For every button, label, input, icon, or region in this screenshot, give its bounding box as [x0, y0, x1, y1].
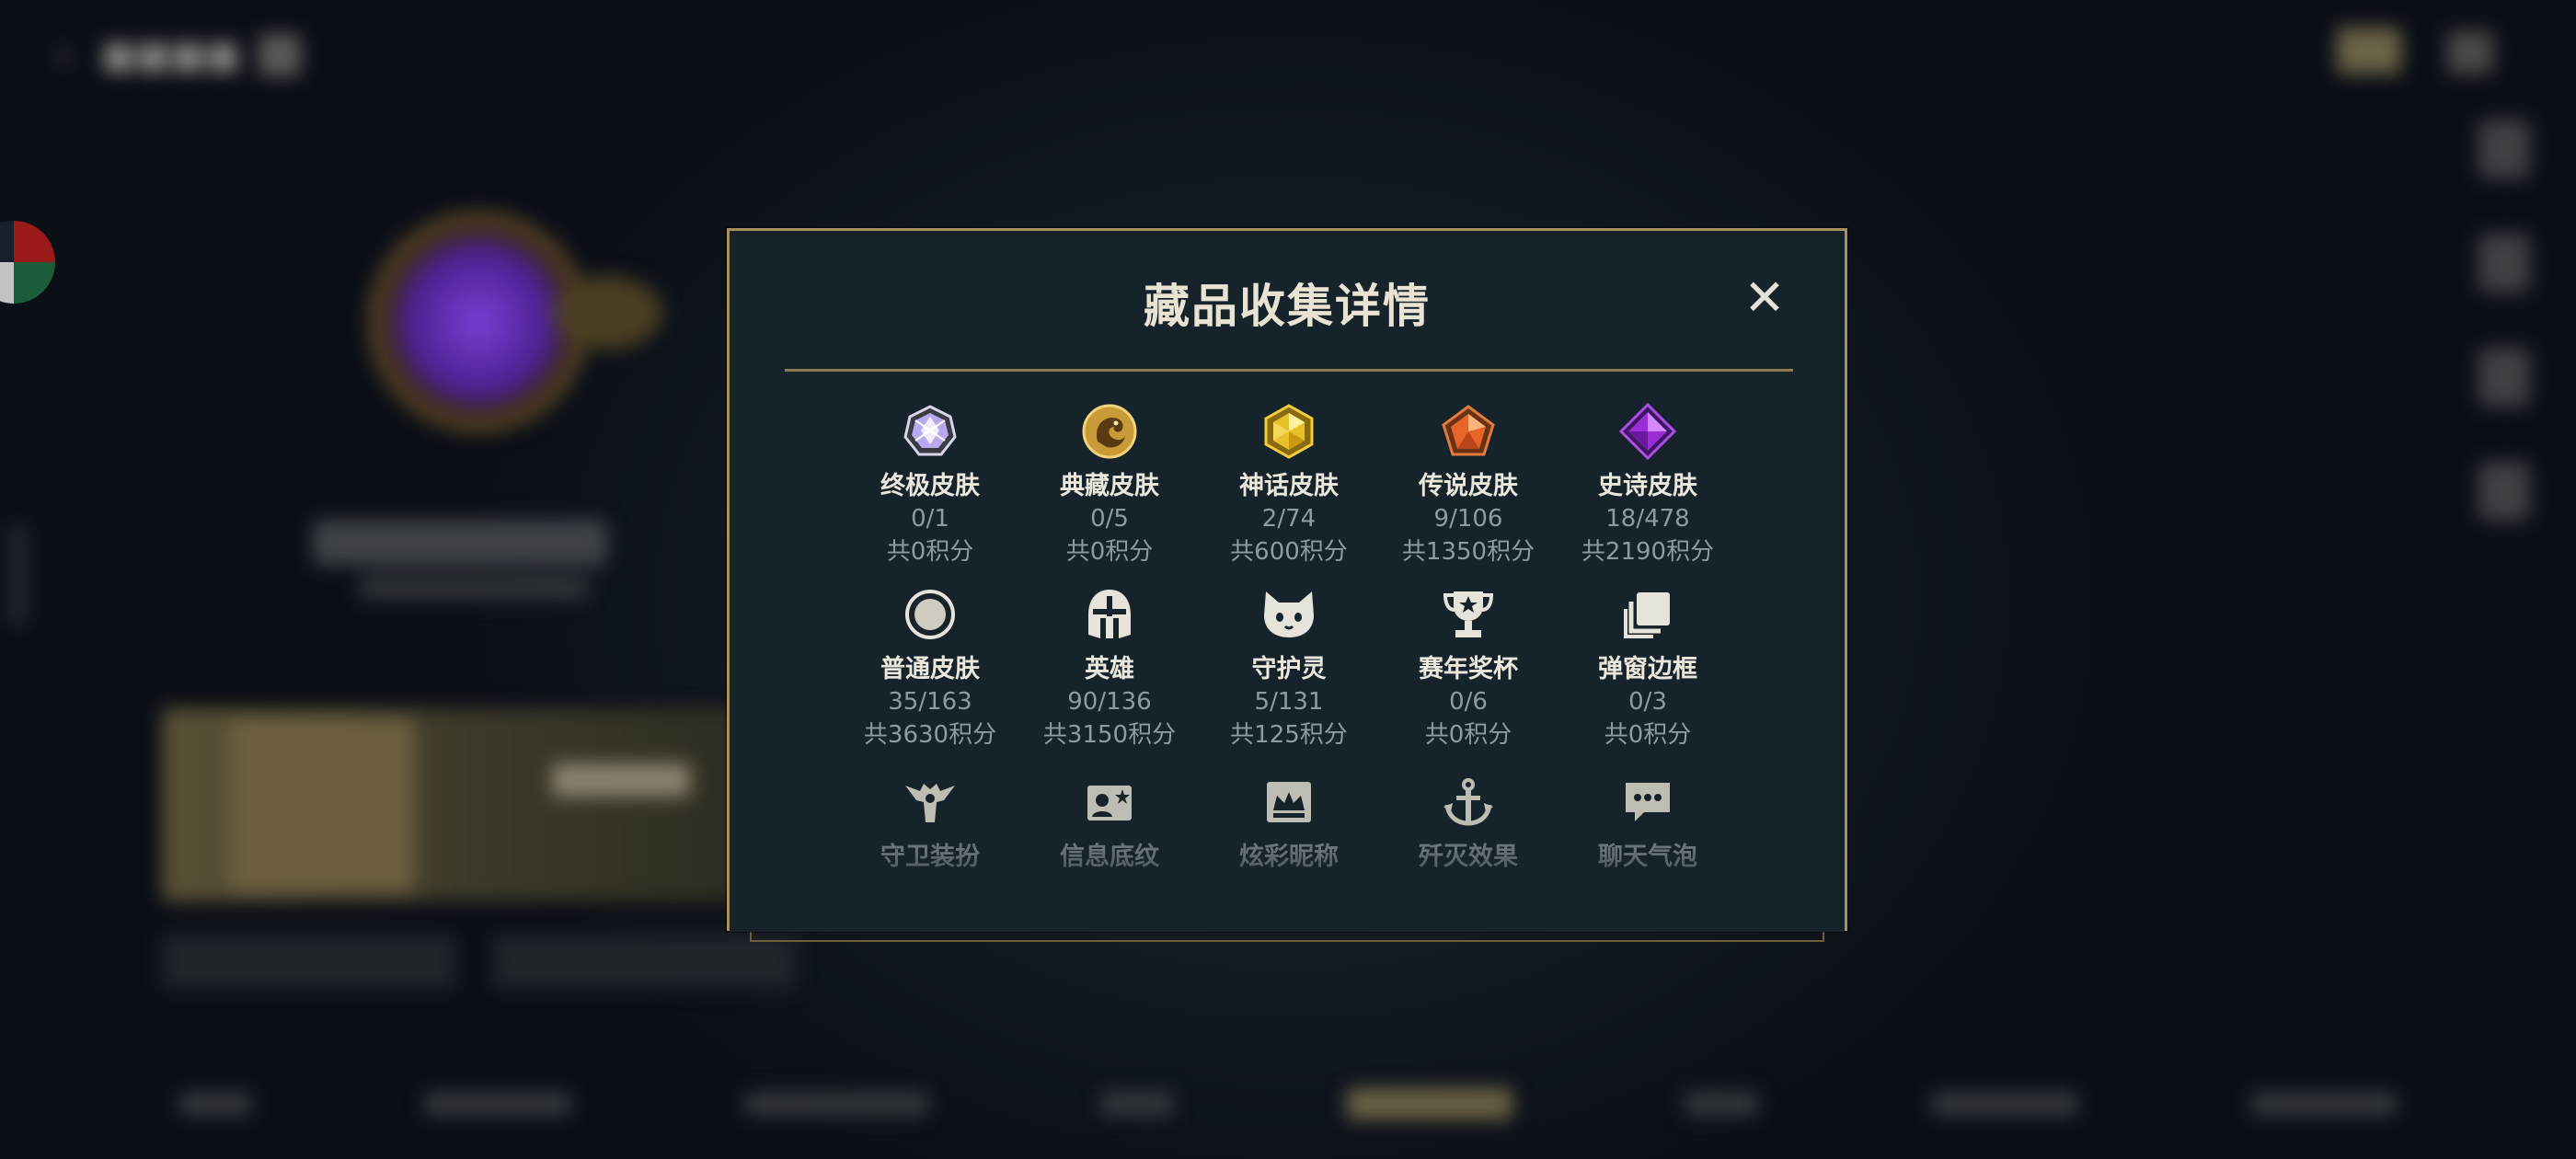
background-side-toolbar [2478, 120, 2530, 521]
collection-item-count: 0/3 [1628, 688, 1667, 716]
collection-item-count: 90/136 [1067, 688, 1152, 716]
normal-skin-circle-icon [900, 584, 960, 645]
legendary-skin-gem-icon [1438, 401, 1499, 462]
collection-item-count: 0/1 [911, 505, 949, 533]
background-bottom-nav [0, 1067, 2576, 1141]
background-nav-item [1685, 1092, 1759, 1116]
background-side-icon [2478, 120, 2530, 178]
collection-item-guardian[interactable]: 守护灵 5/131 共125积分 [1199, 584, 1379, 752]
collection-item-prestige-skin[interactable]: 典藏皮肤 0/5 共0积分 [1019, 401, 1200, 568]
chat-bubble-icon [1617, 772, 1678, 832]
background-side-icon [2478, 234, 2530, 293]
background-nav-item [1100, 1092, 1175, 1116]
collection-item-name: 典藏皮肤 [1060, 472, 1159, 500]
collection-item-count: 35/163 [888, 688, 972, 716]
background-avatar-frame [552, 276, 662, 350]
hero-helmet-icon [1079, 584, 1140, 645]
collection-item-name: 赛年奖杯 [1419, 655, 1518, 683]
collection-item-name: 守护灵 [1251, 655, 1327, 683]
collection-item-count: 0/6 [1449, 688, 1488, 716]
background-nav-item [178, 1092, 252, 1116]
ultimate-skin-gem-icon [900, 401, 960, 462]
background-menu-icon [2447, 31, 2493, 74]
collection-item-count: 0/5 [1090, 505, 1129, 533]
background-header-icon [259, 34, 302, 76]
background-player-name [313, 520, 607, 566]
collection-item-points: 共1350积分 [1401, 538, 1535, 566]
collection-item-points: 共600积分 [1230, 538, 1348, 566]
collection-item-ultimate-skin[interactable]: 终极皮肤 0/1 共0积分 [840, 401, 1020, 568]
collection-item-count: 18/478 [1605, 505, 1690, 533]
background-nav-item [743, 1092, 928, 1116]
collection-item-count: 9/106 [1433, 505, 1503, 533]
background-button [492, 934, 796, 989]
colorful-nickname-icon [1259, 772, 1319, 832]
collection-details-modal: 藏品收集详情 ✕ 终极皮肤 0/1 共0积分 典藏皮肤 0/5 共0积分 神话皮… [727, 228, 1847, 932]
collection-item-name: 普通皮肤 [880, 655, 980, 683]
background-player-subtitle [359, 575, 589, 601]
trophy-icon [1438, 584, 1499, 645]
collection-item-count: 5/131 [1254, 688, 1324, 716]
collection-item-count: 2/74 [1261, 505, 1317, 533]
guardian-cat-icon [1259, 584, 1319, 645]
background-side-icon [2478, 348, 2530, 407]
background-title: ■■■■ [101, 34, 241, 76]
collection-item-mythic-skin[interactable]: 神话皮肤 2/74 共600积分 [1199, 401, 1379, 568]
collection-item-epic-skin[interactable]: 史诗皮肤 18/478 共2190积分 [1558, 401, 1738, 568]
collection-grid: 终极皮肤 0/1 共0积分 典藏皮肤 0/5 共0积分 神话皮肤 2/74 共6… [730, 231, 1845, 928]
prestige-skin-dragon-icon [1079, 401, 1140, 462]
collection-item-points: 共0积分 [886, 538, 974, 566]
collection-item-normal-skin[interactable]: 普通皮肤 35/163 共3630积分 [840, 584, 1020, 752]
background-nav-item [1930, 1092, 2078, 1116]
collection-item-season-trophy[interactable]: 赛年奖杯 0/6 共0积分 [1378, 584, 1558, 752]
background-side-icon [2478, 462, 2530, 521]
collection-item-hero[interactable]: 英雄 90/136 共3150积分 [1019, 584, 1200, 752]
collection-item-name: 终极皮肤 [880, 472, 980, 500]
mythic-skin-gem-icon [1259, 401, 1319, 462]
background-banner-image [230, 717, 414, 892]
collection-item-name: 传说皮肤 [1419, 472, 1518, 500]
collection-item-points: 共0积分 [1604, 721, 1692, 749]
background-header: ‹ ■■■■ [55, 28, 302, 83]
collection-item-points: 共3630积分 [863, 721, 997, 749]
background-side-digits [7, 524, 28, 625]
collection-item-name: 弹窗边框 [1598, 655, 1697, 683]
background-banner-text [552, 763, 690, 797]
background-button [162, 934, 456, 989]
ward-skin-icon [900, 772, 960, 832]
collection-item-points: 共125积分 [1230, 721, 1348, 749]
background-nav-item [424, 1092, 572, 1116]
back-arrow-icon: ‹ [55, 31, 72, 78]
collection-item-popup-frame[interactable]: 弹窗边框 0/3 共0积分 [1558, 584, 1738, 752]
info-background-icon [1079, 772, 1140, 832]
collection-item-points: 共0积分 [1424, 721, 1512, 749]
floating-app-badge-icon[interactable] [0, 221, 55, 304]
modal-base-frame [750, 931, 1824, 942]
collection-item-points: 共2190积分 [1581, 538, 1715, 566]
epic-skin-gem-icon [1617, 401, 1678, 462]
background-nav-item [2250, 1092, 2398, 1116]
collection-item-points: 共0积分 [1065, 538, 1154, 566]
background-nav-item-active [1346, 1088, 1512, 1119]
collection-item-legendary-skin[interactable]: 传说皮肤 9/106 共1350积分 [1378, 401, 1558, 568]
background-currency-icon [2337, 28, 2401, 74]
collection-item-name: 史诗皮肤 [1598, 472, 1697, 500]
annihilation-effect-icon [1438, 772, 1499, 832]
collection-item-name: 神话皮肤 [1239, 472, 1339, 500]
collection-item-points: 共3150积分 [1042, 721, 1177, 749]
popup-frame-icon [1617, 584, 1678, 645]
scroll-fade-overlay [730, 849, 1845, 932]
collection-item-name: 英雄 [1085, 655, 1134, 683]
